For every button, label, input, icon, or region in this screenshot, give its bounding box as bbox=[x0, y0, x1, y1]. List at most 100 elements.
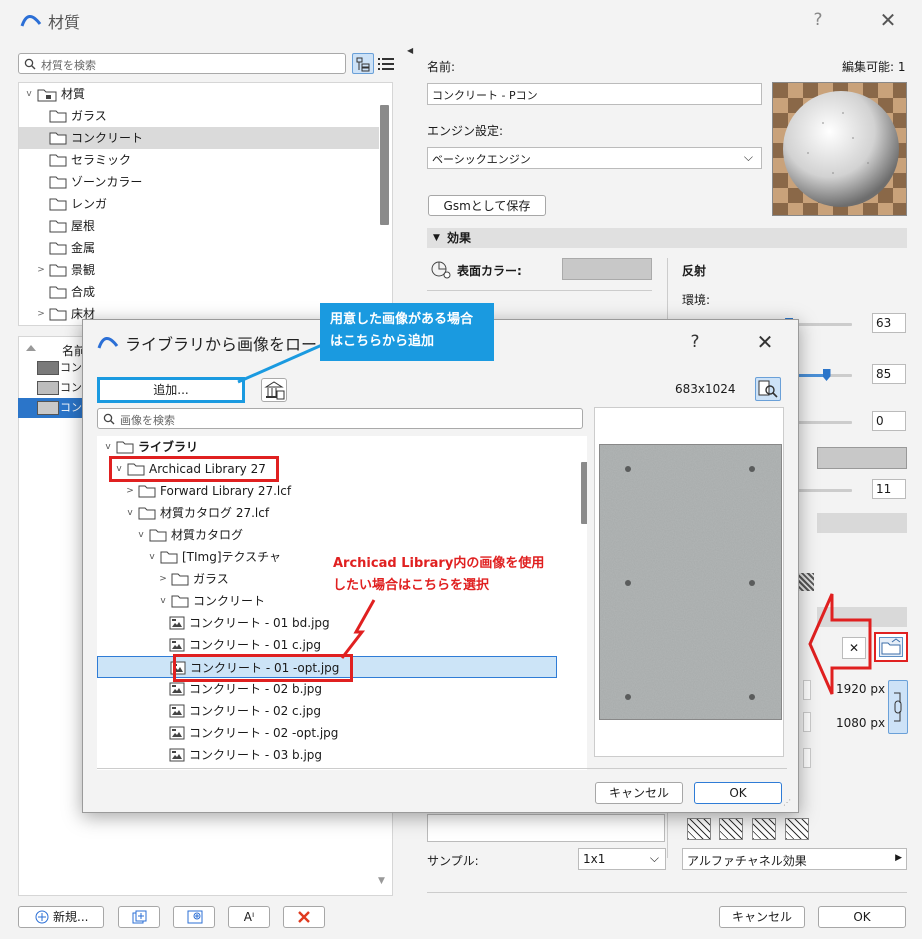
tree-item-label: コンクリート - 03 b.jpg bbox=[189, 748, 323, 762]
hatch-pattern-2-icon[interactable] bbox=[719, 818, 743, 840]
tree-item-label: セラミック bbox=[71, 153, 132, 167]
hatch-pattern-1-icon[interactable] bbox=[687, 818, 711, 840]
material-category-tree[interactable]: v 材質 ガラス コンクリート セラミック ゾーンカラー レンガ 屋根 金属 > 景観 合成 > 床材 bbox=[18, 82, 393, 326]
dialog-help-button[interactable]: ? bbox=[681, 328, 709, 356]
tree-item-label: 景観 bbox=[71, 263, 96, 277]
hatch-pattern-4-icon[interactable] bbox=[785, 818, 809, 840]
tree-item[interactable]: 金属 bbox=[19, 237, 379, 259]
slider-value-input[interactable]: 85 bbox=[872, 364, 906, 384]
material-name-input[interactable]: コンクリート - Pコン bbox=[427, 83, 762, 105]
tree-item-label: コンクリート - 02 c.jpg bbox=[189, 704, 322, 718]
chevron-down-icon[interactable]: v bbox=[24, 83, 34, 105]
material-search-input[interactable]: 材質を検索 bbox=[18, 53, 346, 74]
dialog-ok-button[interactable]: OK bbox=[694, 782, 782, 804]
zoom-preview-icon[interactable] bbox=[755, 377, 781, 401]
chevron-right-icon[interactable]: > bbox=[158, 568, 168, 590]
tree-item[interactable]: ゾーンカラー bbox=[19, 171, 379, 193]
sample-select[interactable]: 1x1 ⌵ bbox=[578, 848, 666, 870]
effects-section-header[interactable]: ▼ 効果 bbox=[427, 228, 907, 248]
tree-scrollbar[interactable] bbox=[581, 462, 587, 524]
folder-icon bbox=[49, 242, 67, 255]
blue-callout-pointer bbox=[237, 343, 323, 384]
image-tree-item[interactable]: コンクリート - 02 -opt.jpg bbox=[97, 722, 557, 744]
chevron-right-icon: ▶ bbox=[895, 853, 902, 863]
engine-select[interactable]: ベーシックエンジン ⌵ bbox=[427, 147, 762, 169]
list-item[interactable]: コンクリート bbox=[18, 378, 88, 398]
chevron-right-icon[interactable]: > bbox=[36, 303, 46, 325]
tree-item-label: コンクリート - 01 bd.jpg bbox=[189, 616, 330, 630]
tree-view-icon[interactable] bbox=[352, 53, 374, 74]
red-highlight-archicad-library bbox=[109, 456, 279, 482]
plus-circle-icon bbox=[35, 910, 49, 924]
surface-color-icon bbox=[430, 260, 452, 280]
specular-color-swatch[interactable] bbox=[817, 447, 907, 469]
help-button[interactable]: ? bbox=[804, 6, 832, 34]
image-search-input[interactable]: 画像を検索 bbox=[97, 408, 583, 429]
surface-color-swatch[interactable] bbox=[562, 258, 652, 280]
folder-icon bbox=[49, 198, 67, 211]
dialog-cancel-button[interactable]: キャンセル bbox=[595, 782, 683, 804]
chevron-down-icon[interactable]: v bbox=[103, 436, 113, 458]
texture-name-field[interactable] bbox=[427, 814, 665, 842]
slider-value-input[interactable]: 63 bbox=[872, 313, 906, 333]
sample-label: サンプル: bbox=[427, 854, 479, 868]
tree-item[interactable]: ガラス bbox=[19, 105, 379, 127]
tree-item[interactable]: > 景観 bbox=[19, 259, 379, 281]
tree-item[interactable]: コンクリート bbox=[19, 127, 379, 149]
chevron-right-icon[interactable]: > bbox=[36, 259, 46, 281]
tree-scrollbar[interactable] bbox=[380, 105, 389, 225]
list-item[interactable]: コンクリート bbox=[18, 358, 88, 378]
alpha-channel-select[interactable]: アルファチャネル効果 ▶ bbox=[682, 848, 907, 870]
tree-root[interactable]: v 材質 bbox=[19, 83, 379, 105]
image-tree-item[interactable]: コンクリート - 01 c.jpg bbox=[97, 634, 557, 656]
cancel-button[interactable]: キャンセル bbox=[719, 906, 805, 928]
resize-grip-icon[interactable]: ⋰ bbox=[783, 798, 795, 810]
link-ratio-icon[interactable] bbox=[888, 680, 908, 734]
add-image-button[interactable]: 追加... bbox=[97, 377, 245, 403]
new-material-button[interactable]: 新規... bbox=[18, 906, 104, 928]
duplicate-button[interactable] bbox=[118, 906, 160, 928]
sort-up-icon[interactable] bbox=[26, 345, 36, 351]
folder-tree-item[interactable]: > Forward Library 27.lcf bbox=[97, 480, 557, 502]
scroll-down-icon[interactable]: ▼ bbox=[378, 876, 385, 886]
hatch-pattern-3-icon[interactable] bbox=[752, 818, 776, 840]
height-input[interactable] bbox=[803, 712, 811, 732]
slider-thumb[interactable] bbox=[822, 369, 831, 381]
chevron-down-icon[interactable]: v bbox=[136, 524, 146, 546]
slider-value-input[interactable]: 0 bbox=[872, 411, 906, 431]
tree-item[interactable]: 屋根 bbox=[19, 215, 379, 237]
image-tree-item[interactable]: コンクリート - 01 bd.jpg bbox=[97, 612, 557, 634]
chevron-down-icon[interactable]: v bbox=[158, 590, 168, 612]
collapse-pane-icon[interactable]: ◀ bbox=[407, 46, 413, 55]
image-tree-item[interactable]: コンクリート - 02 c.jpg bbox=[97, 700, 557, 722]
save-as-gsm-button[interactable]: Gsmとして保存 bbox=[428, 195, 546, 216]
slider-value-input[interactable]: 11 bbox=[872, 479, 906, 499]
name-label: 名前: bbox=[427, 60, 456, 74]
rotation-input[interactable] bbox=[803, 748, 811, 768]
divider bbox=[97, 768, 787, 769]
rename-button[interactable]: Aᴵ bbox=[228, 906, 270, 928]
image-file-icon bbox=[169, 704, 185, 718]
tree-item[interactable]: レンガ bbox=[19, 193, 379, 215]
chevron-down-icon[interactable]: v bbox=[125, 502, 135, 524]
folder-icon bbox=[116, 441, 134, 454]
ok-button[interactable]: OK bbox=[818, 906, 906, 928]
load-texture-folder-button[interactable] bbox=[874, 632, 908, 662]
import-button[interactable] bbox=[173, 906, 215, 928]
dialog-close-button[interactable]: ✕ bbox=[751, 328, 779, 356]
chevron-down-icon[interactable]: v bbox=[147, 546, 157, 568]
list-item[interactable]: コンクリート bbox=[18, 398, 88, 418]
section-header-bar bbox=[817, 513, 907, 533]
blue-callout-line1: 用意した画像がある場合 bbox=[330, 312, 474, 327]
list-view-icon[interactable] bbox=[376, 53, 396, 74]
delete-button[interactable] bbox=[283, 906, 325, 928]
chevron-right-icon[interactable]: > bbox=[125, 480, 135, 502]
folder-tree-item[interactable]: v 材質カタログ bbox=[97, 524, 557, 546]
folder-tree-item[interactable]: v ライブラリ bbox=[97, 436, 557, 458]
folder-tree-item[interactable]: v 材質カタログ 27.lcf bbox=[97, 502, 557, 524]
tree-item[interactable]: 合成 bbox=[19, 281, 379, 303]
close-button[interactable]: ✕ bbox=[874, 6, 902, 34]
tree-item[interactable]: セラミック bbox=[19, 149, 379, 171]
image-tree-item[interactable]: コンクリート - 03 b.jpg bbox=[97, 744, 557, 766]
blue-callout-line2: はこちらから追加 bbox=[330, 334, 435, 349]
